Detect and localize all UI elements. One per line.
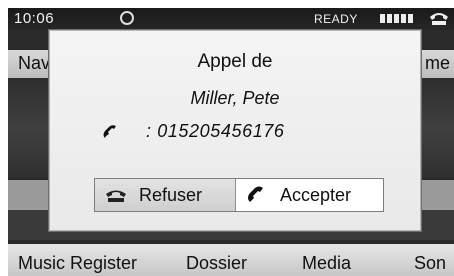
menu-item-nav[interactable]: Nav (18, 53, 50, 74)
call-action-buttons: Refuser Accepter (94, 178, 384, 212)
tab-media[interactable]: Media (302, 253, 351, 274)
refuse-button[interactable]: Refuser (95, 179, 235, 211)
tab-dossier[interactable]: Dossier (186, 253, 247, 274)
tab-son[interactable]: Son (414, 253, 446, 274)
head-unit-screen: 10:06 READY Nav me Music Register Dossie… (8, 8, 454, 276)
accept-button[interactable]: Accepter (235, 179, 383, 211)
answer-icon (248, 186, 263, 202)
bottom-tab-bar: Music Register Dossier Media Son (8, 244, 454, 276)
clock: 10:06 (14, 10, 55, 27)
ready-status: READY (314, 12, 358, 26)
signal-icon (380, 14, 413, 23)
hang-up-icon (106, 190, 126, 202)
tab-music-register[interactable]: Music Register (18, 253, 137, 274)
caller-number-row: : 015205456176 (102, 121, 285, 142)
gps-icon (120, 11, 134, 25)
caller-number: : 015205456176 (146, 121, 285, 141)
menu-item-right[interactable]: me (425, 53, 450, 74)
caller-name: Miller, Pete (190, 88, 280, 108)
refuse-label: Refuser (139, 184, 203, 205)
phone-status-icon (430, 13, 448, 25)
dialog-title: Appel de (197, 51, 273, 72)
accept-label: Accepter (280, 184, 352, 205)
status-bar: 10:06 READY (8, 8, 454, 30)
incoming-call-dialog: Appel de Miller, Pete : 015205456176 Ref… (49, 30, 421, 231)
handset-icon (103, 124, 116, 138)
